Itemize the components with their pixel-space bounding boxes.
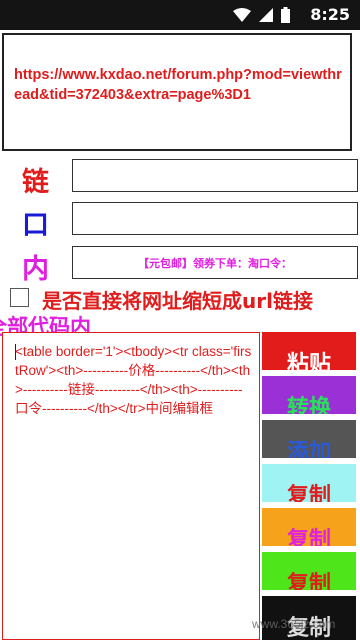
wifi-icon bbox=[233, 8, 251, 22]
paste-button[interactable]: 粘贴 bbox=[262, 332, 356, 370]
label-password: 口 bbox=[22, 210, 49, 241]
shorten-url-label: 是否直接将网址缩短成url链接 bbox=[42, 289, 313, 313]
copy-button-1-label: 复制 bbox=[286, 484, 331, 503]
watermark: www.365jz.com bbox=[252, 617, 336, 631]
battery-icon bbox=[281, 7, 290, 23]
add-button-label: 添加 bbox=[286, 440, 331, 459]
label-link: 链 bbox=[22, 167, 49, 198]
copy-button-3-label: 复制 bbox=[286, 572, 331, 591]
add-button[interactable]: 添加 bbox=[262, 420, 356, 458]
copy-button-2-label: 复制 bbox=[286, 528, 331, 547]
copy-button-2[interactable]: 复制 bbox=[262, 508, 356, 546]
copy-button-1[interactable]: 复制 bbox=[262, 464, 356, 502]
status-bar: 8:25 bbox=[0, 0, 360, 30]
signal-icon bbox=[259, 8, 273, 22]
status-icons bbox=[233, 7, 290, 23]
paste-button-label: 粘贴 bbox=[286, 352, 331, 371]
content-input[interactable]: 【元包邮】领券下单：淘口令： bbox=[72, 246, 358, 279]
convert-button-label: 转换 bbox=[286, 396, 331, 415]
convert-button[interactable]: 转换 bbox=[262, 376, 356, 414]
code-editor[interactable]: <table border='1'><tbody><tr class='firs… bbox=[2, 332, 260, 640]
link-input[interactable] bbox=[72, 159, 358, 192]
shorten-url-checkbox[interactable] bbox=[10, 288, 29, 307]
clock: 8:25 bbox=[310, 5, 350, 24]
content-input-value: 【元包邮】领券下单：淘口令： bbox=[138, 257, 292, 270]
code-editor-text: <table border='1'><tbody><tr class='firs… bbox=[15, 344, 252, 416]
password-input[interactable] bbox=[72, 202, 358, 235]
copy-button-3[interactable]: 复制 bbox=[262, 552, 356, 590]
url-text: https://www.kxdao.net/forum.php?mod=view… bbox=[14, 67, 342, 103]
url-display-box[interactable]: https://www.kxdao.net/forum.php?mod=view… bbox=[2, 33, 352, 151]
label-content: 内 bbox=[22, 254, 49, 285]
